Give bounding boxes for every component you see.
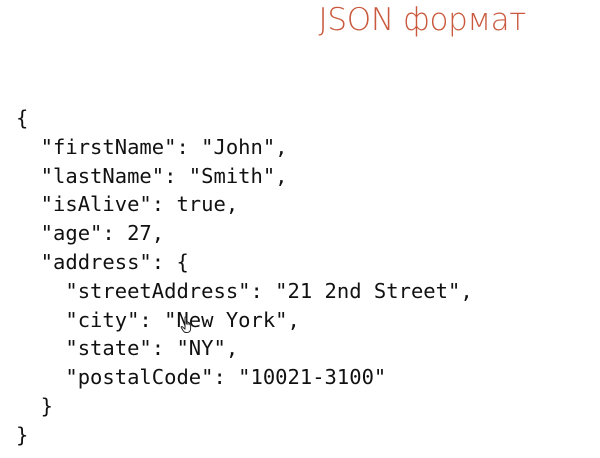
code-line: "age": 27, bbox=[16, 221, 165, 246]
code-line: { bbox=[16, 106, 29, 130]
code-line: "streetAddress": "21 2nd Street", bbox=[16, 278, 473, 303]
code-line: "address": { bbox=[16, 249, 189, 274]
code-line: "postalCode": "10021-3100" bbox=[16, 365, 387, 390]
code-line: "lastName": "Smith", bbox=[16, 163, 288, 188]
code-line: } bbox=[16, 393, 54, 418]
hand-pointer-icon bbox=[180, 316, 192, 333]
presentation-slide: JSON формат { "firstName": "John", "last… bbox=[0, 0, 600, 458]
slide-title: JSON формат bbox=[318, 2, 527, 38]
code-line: } bbox=[16, 422, 29, 447]
code-line: "city": "New York", bbox=[16, 307, 300, 332]
json-code-block: { "firstName": "John", "lastName": "Smit… bbox=[16, 104, 473, 450]
code-line: "isAlive": true, bbox=[16, 192, 239, 217]
code-line: "firstName": "John", bbox=[16, 134, 288, 159]
code-line: "state": "NY", bbox=[16, 336, 239, 361]
